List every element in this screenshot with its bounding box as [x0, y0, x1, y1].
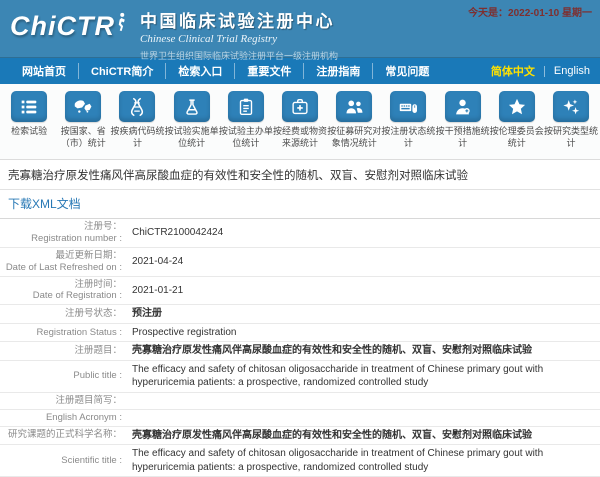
row-value [128, 399, 600, 403]
medkit-icon [282, 91, 318, 122]
row-label: 注册时间：Date of Registration : [0, 277, 128, 305]
toolbar-item-label: 按试验主办单位统计 [219, 126, 273, 149]
site-titles: 中国临床试验注册中心 Chinese Clinical Trial Regist… [140, 7, 338, 62]
table-row: 最近更新日期：Date of Last Refreshed on : 2021-… [0, 248, 600, 277]
table-row: English Acronym : [0, 410, 600, 427]
row-label: 最近更新日期：Date of Last Refreshed on : [0, 248, 128, 276]
toolbar-item[interactable]: 按经费或物资来源统计 [273, 91, 327, 149]
runner-icon [116, 11, 126, 35]
row-label: Public title : [0, 368, 128, 384]
toolbar-item[interactable]: 按伦理委员会统计 [490, 91, 544, 149]
toolbar-item[interactable]: 按干预措施统计 [436, 91, 490, 149]
registration-detail-table: 注册号：Registration number : ChiCTR21000424… [0, 219, 600, 477]
world-map-icon [65, 91, 101, 122]
nav-item-4[interactable]: 注册指南 [303, 63, 372, 79]
toolbar-item[interactable]: 按研究类型统计 [544, 91, 598, 149]
nav-item-0[interactable]: 网站首页 [10, 63, 78, 79]
nav-item-2[interactable]: 检索入口 [165, 63, 234, 79]
table-row: 注册题目简写： [0, 393, 600, 410]
toolbar-item[interactable]: 按试验实施单位统计 [165, 91, 219, 149]
chictr-logo[interactable]: ChiCTR [10, 7, 127, 45]
row-value: 2021-04-24 [128, 253, 600, 271]
toolbar-item[interactable]: 按试验主办单位统计 [219, 91, 273, 149]
keyboard-mouse-icon [390, 91, 426, 122]
today-date: 今天是：2022-01-10 星期一 [468, 4, 592, 19]
toolbar-item[interactable]: 按疾病代码统计 [110, 91, 164, 149]
toolbar-item-label: 按注册状态统计 [381, 126, 435, 149]
row-value: The efficacy and safety of chitosan olig… [128, 445, 600, 476]
row-label: 注册号状态： [0, 306, 128, 322]
download-row: 下载XML文档 [0, 190, 600, 219]
row-value: 壳寡糖治疗原发性痛风伴高尿酸血症的有效性和安全性的随机、双盲、安慰剂对照临床试验 [128, 427, 600, 445]
people-icon [336, 91, 372, 122]
lang-zh-link[interactable]: 简体中文 [491, 63, 535, 79]
row-label: 注册号：Registration number : [0, 219, 128, 247]
table-row: 注册时间：Date of Registration : 2021-01-21 [0, 277, 600, 306]
toolbar-item[interactable]: 按征募研究对象情况统计 [327, 91, 381, 149]
table-row: 研究课题的正式科学名称： 壳寡糖治疗原发性痛风伴高尿酸血症的有效性和安全性的随机… [0, 427, 600, 446]
row-value: The efficacy and safety of chitosan olig… [128, 361, 600, 392]
download-xml-link[interactable]: 下载XML文档 [8, 197, 81, 211]
table-row: Public title : The efficacy and safety o… [0, 361, 600, 393]
row-label: Registration Status : [0, 325, 128, 341]
table-row: Registration Status : Prospective regist… [0, 324, 600, 343]
nav-item-5[interactable]: 常见问题 [372, 63, 441, 79]
nav-item-3[interactable]: 重要文件 [234, 63, 303, 79]
star-icon [499, 91, 535, 122]
doctor-icon [445, 91, 481, 122]
site-title-en: Chinese Clinical Trial Registry [140, 33, 338, 45]
clipboard-icon [228, 91, 264, 122]
toolbar-item-label: 按征募研究对象情况统计 [327, 126, 381, 149]
numbered-list-icon [11, 91, 47, 122]
lang-en-link[interactable]: English [554, 65, 590, 77]
lang-separator [544, 66, 545, 77]
row-value: 预注册 [128, 305, 600, 323]
stats-toolbar: 检索试验 按国家、省（市）统计 按疾病代码统计 按试验实施单位统计 按试验主办单… [0, 84, 600, 160]
dna-icon [119, 91, 155, 122]
row-value [128, 416, 600, 420]
toolbar-item-label: 按研究类型统计 [544, 126, 598, 149]
toolbar-item-label: 检索试验 [11, 126, 47, 138]
trial-page-title: 壳寡糖治疗原发性痛风伴高尿酸血症的有效性和安全性的随机、双盲、安慰剂对照临床试验 [0, 160, 600, 190]
row-value: 2021-01-21 [128, 282, 600, 300]
site-title-zh: 中国临床试验注册中心 [140, 7, 338, 32]
row-label: 研究课题的正式科学名称： [0, 427, 128, 443]
toolbar-item-label: 按国家、省（市）统计 [56, 126, 110, 149]
toolbar-item-label: 按试验实施单位统计 [165, 126, 219, 149]
flask-icon [174, 91, 210, 122]
table-row: 注册号状态： 预注册 [0, 305, 600, 324]
row-label: 注册题目简写： [0, 393, 128, 409]
row-label: Scientific title : [0, 453, 128, 469]
row-value: Prospective registration [128, 324, 600, 342]
table-row: 注册号：Registration number : ChiCTR21000424… [0, 219, 600, 248]
sparkles-icon [553, 91, 589, 122]
chictr-logo-text: ChiCTR [10, 7, 115, 45]
toolbar-item-label: 按伦理委员会统计 [490, 126, 544, 149]
chictr-page: 今天是：2022-01-10 星期一 ChiCTR 中国临床试验注册中心 Chi… [0, 0, 600, 477]
table-row: Scientific title : The efficacy and safe… [0, 445, 600, 477]
row-value: ChiCTR2100042424 [128, 224, 600, 242]
who-subtitle: 世界卫生组织国际临床试验注册平台一级注册机构 [140, 49, 338, 62]
table-row: 注册题目： 壳寡糖治疗原发性痛风伴高尿酸血症的有效性和安全性的随机、双盲、安慰剂… [0, 342, 600, 361]
toolbar-item-label: 按疾病代码统计 [110, 126, 164, 149]
row-label: 注册题目： [0, 343, 128, 359]
lang-switch: 简体中文 English [491, 63, 590, 79]
toolbar-item-label: 按干预措施统计 [436, 126, 490, 149]
toolbar-item[interactable]: 按注册状态统计 [381, 91, 435, 149]
toolbar-item[interactable]: 按国家、省（市）统计 [56, 91, 110, 149]
toolbar-item[interactable]: 检索试验 [2, 91, 56, 138]
site-header: 今天是：2022-01-10 星期一 ChiCTR 中国临床试验注册中心 Chi… [0, 0, 600, 57]
nav-item-1[interactable]: ChiCTR简介 [78, 63, 165, 79]
row-label: English Acronym : [0, 410, 128, 426]
toolbar-item-label: 按经费或物资来源统计 [273, 126, 327, 149]
row-value: 壳寡糖治疗原发性痛风伴高尿酸血症的有效性和安全性的随机、双盲、安慰剂对照临床试验 [128, 342, 600, 360]
